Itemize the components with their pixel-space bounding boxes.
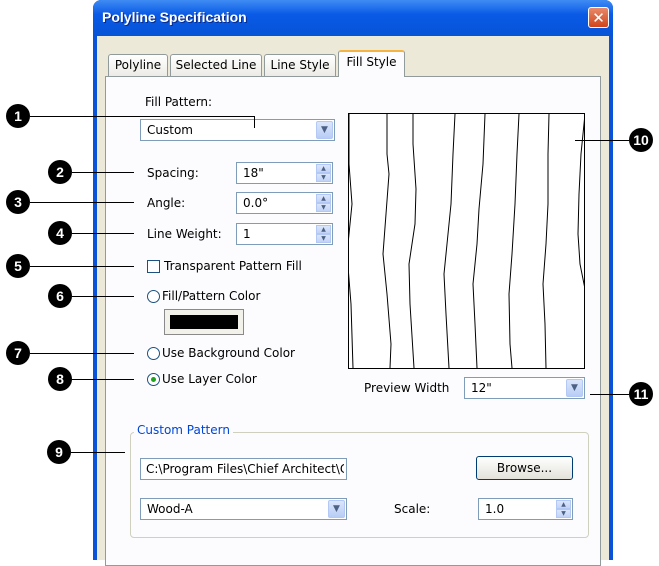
- fill-pattern-select[interactable]: Custom ▼: [140, 119, 335, 141]
- fill-color-label: Fill/Pattern Color: [162, 289, 261, 303]
- angle-stepper[interactable]: 0.0° ▲ ▼: [236, 192, 333, 214]
- callout-5: 5: [6, 254, 30, 278]
- spin-arrows[interactable]: ▲ ▼: [316, 194, 331, 212]
- pattern-path-value: C:\Program Files\Chief Architect\Chief A…: [146, 462, 344, 476]
- callout-1-leader-down: [254, 116, 255, 128]
- spin-arrows[interactable]: ▲ ▼: [316, 164, 331, 182]
- callout-8-leader: [72, 379, 134, 380]
- callout-6: 6: [48, 284, 72, 308]
- browse-button[interactable]: Browse...: [476, 456, 573, 480]
- preview-width-label: Preview Width: [364, 381, 450, 395]
- spin-down-icon[interactable]: ▼: [316, 173, 331, 182]
- fill-pattern-label: Fill Pattern:: [145, 95, 213, 109]
- tab-polyline[interactable]: Polyline: [108, 54, 168, 76]
- callout-3-leader: [30, 202, 134, 203]
- callout-1-leader: [30, 116, 255, 117]
- layer-color-label: Use Layer Color: [162, 372, 257, 386]
- spin-up-icon[interactable]: ▲: [316, 225, 331, 234]
- spin-up-icon[interactable]: ▲: [316, 194, 331, 203]
- spin-down-icon[interactable]: ▼: [316, 203, 331, 212]
- tab-line-style[interactable]: Line Style: [264, 54, 336, 76]
- pattern-name-value: Wood-A: [147, 502, 193, 516]
- dialog-client: Polyline Selected Line Line Style Fill S…: [97, 36, 609, 566]
- pattern-preview: [348, 113, 585, 369]
- fill-style-panel: Fill Pattern: Custom ▼ Spacing: 18" ▲ ▼ A…: [105, 76, 601, 566]
- pattern-path-field[interactable]: C:\Program Files\Chief Architect\Chief A…: [140, 458, 347, 480]
- line-weight-value: 1: [243, 227, 251, 241]
- callout-9: 9: [47, 440, 71, 464]
- callout-6-leader: [72, 296, 134, 297]
- scale-stepper[interactable]: 1.0 ▲ ▼: [478, 498, 573, 520]
- fill-color-radio[interactable]: [147, 290, 160, 303]
- window-title: Polyline Specification: [102, 9, 247, 25]
- background-color-label: Use Background Color: [162, 346, 295, 360]
- radio-selected-dot: [151, 377, 156, 382]
- spin-up-icon[interactable]: ▲: [316, 164, 331, 173]
- angle-label: Angle:: [147, 196, 186, 210]
- close-icon[interactable]: ✕: [588, 7, 609, 28]
- callout-9-leader: [71, 452, 125, 453]
- transparent-checkbox[interactable]: [147, 260, 160, 273]
- callout-4-leader: [72, 233, 134, 234]
- tab-selected-line[interactable]: Selected Line: [170, 54, 262, 76]
- background-color-radio[interactable]: [147, 347, 160, 360]
- custom-pattern-group: [130, 432, 589, 538]
- callout-7-leader: [30, 353, 134, 354]
- callout-11: 11: [629, 382, 653, 406]
- spin-up-icon[interactable]: ▲: [556, 500, 571, 509]
- custom-pattern-title: Custom Pattern: [134, 423, 233, 437]
- scale-value: 1.0: [485, 502, 505, 516]
- tab-fill-style[interactable]: Fill Style: [338, 50, 405, 77]
- callout-2: 2: [48, 160, 72, 184]
- chevron-down-icon[interactable]: ▼: [328, 500, 345, 518]
- callout-4: 4: [48, 221, 72, 245]
- fill-pattern-value: Custom: [147, 123, 193, 137]
- spin-arrows[interactable]: ▲ ▼: [556, 500, 571, 518]
- callout-1: 1: [6, 104, 30, 128]
- scale-label: Scale:: [394, 502, 431, 516]
- spin-arrows[interactable]: ▲ ▼: [316, 225, 331, 243]
- callout-3: 3: [6, 190, 30, 214]
- spacing-value: 18": [243, 166, 264, 180]
- chevron-down-icon[interactable]: ▼: [316, 121, 333, 139]
- spin-down-icon[interactable]: ▼: [316, 234, 331, 243]
- spacing-label: Spacing:: [147, 166, 199, 180]
- line-weight-label: Line Weight:: [147, 227, 222, 241]
- callout-10-leader: [575, 140, 629, 141]
- callout-2-leader: [72, 172, 134, 173]
- pattern-name-select[interactable]: Wood-A ▼: [140, 498, 347, 520]
- dialog-window: Polyline Specification ✕ Polyline Select…: [93, 0, 613, 566]
- color-swatch: [170, 315, 238, 329]
- callout-5-leader: [30, 266, 134, 267]
- callout-8: 8: [48, 367, 72, 391]
- transparent-label: Transparent Pattern Fill: [164, 259, 302, 273]
- callout-7: 7: [6, 341, 30, 365]
- preview-width-value: 12": [471, 381, 492, 395]
- wood-pattern-graphic: [349, 114, 584, 368]
- line-weight-stepper[interactable]: 1 ▲ ▼: [236, 223, 333, 245]
- fill-color-button[interactable]: [164, 309, 244, 335]
- callout-11-leader: [590, 394, 629, 395]
- spacing-stepper[interactable]: 18" ▲ ▼: [236, 162, 333, 184]
- angle-value: 0.0°: [243, 196, 269, 210]
- title-bar[interactable]: Polyline Specification ✕: [93, 0, 613, 36]
- spin-down-icon[interactable]: ▼: [556, 509, 571, 518]
- layer-color-radio[interactable]: [147, 373, 160, 386]
- chevron-down-icon[interactable]: ▼: [566, 379, 583, 397]
- callout-10: 10: [629, 128, 653, 152]
- preview-width-select[interactable]: 12" ▼: [464, 377, 585, 399]
